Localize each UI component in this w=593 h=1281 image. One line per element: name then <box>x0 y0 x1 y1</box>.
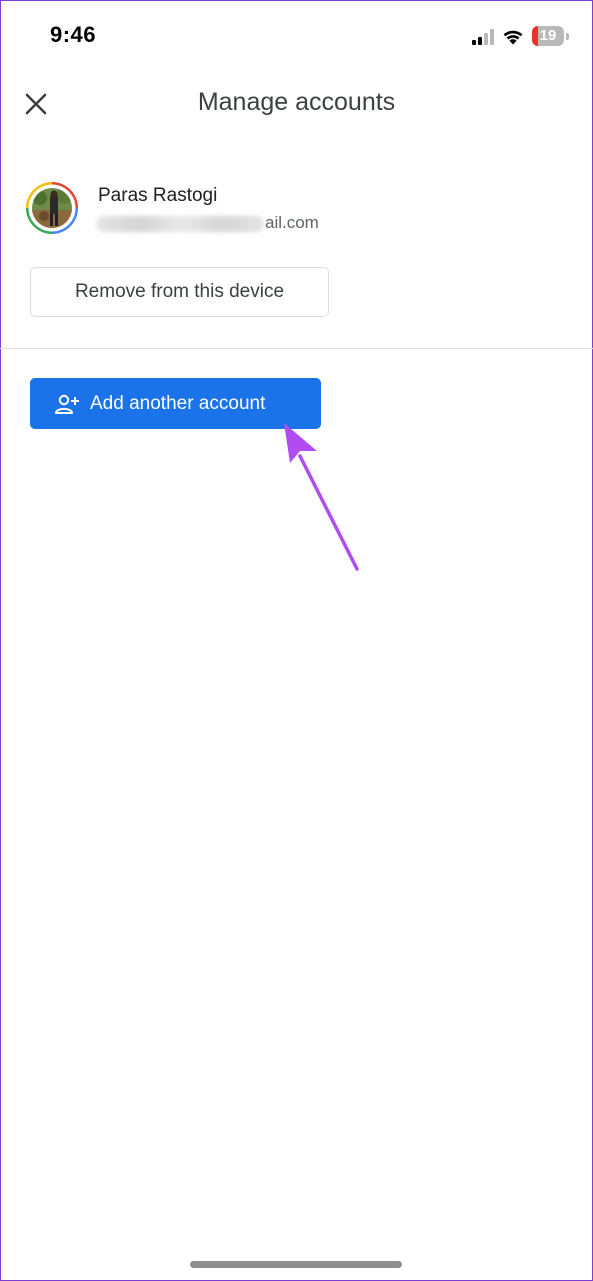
add-another-account-label: Add another account <box>90 392 266 414</box>
cellular-signal-icon <box>472 28 494 45</box>
wifi-icon <box>503 30 523 44</box>
account-email-suffix: ail.com <box>265 213 319 232</box>
battery-cap <box>566 32 569 40</box>
screen-frame <box>0 0 593 1281</box>
person-add-icon <box>55 394 79 414</box>
battery-icon: 19 <box>532 26 564 46</box>
status-icons: 19 <box>472 24 569 48</box>
home-indicator[interactable] <box>190 1261 402 1268</box>
account-email: ail.com <box>96 213 319 235</box>
avatar[interactable] <box>26 182 78 234</box>
add-another-account-button[interactable]: Add another account <box>30 378 321 429</box>
account-name: Paras Rastogi <box>98 185 218 206</box>
divider <box>0 348 593 349</box>
page-title: Manage accounts <box>197 88 396 116</box>
email-redaction <box>96 215 264 232</box>
remove-from-device-button[interactable]: Remove from this device <box>30 267 329 317</box>
status-time: 9:46 <box>50 22 97 47</box>
battery-level: 19 <box>539 27 557 44</box>
